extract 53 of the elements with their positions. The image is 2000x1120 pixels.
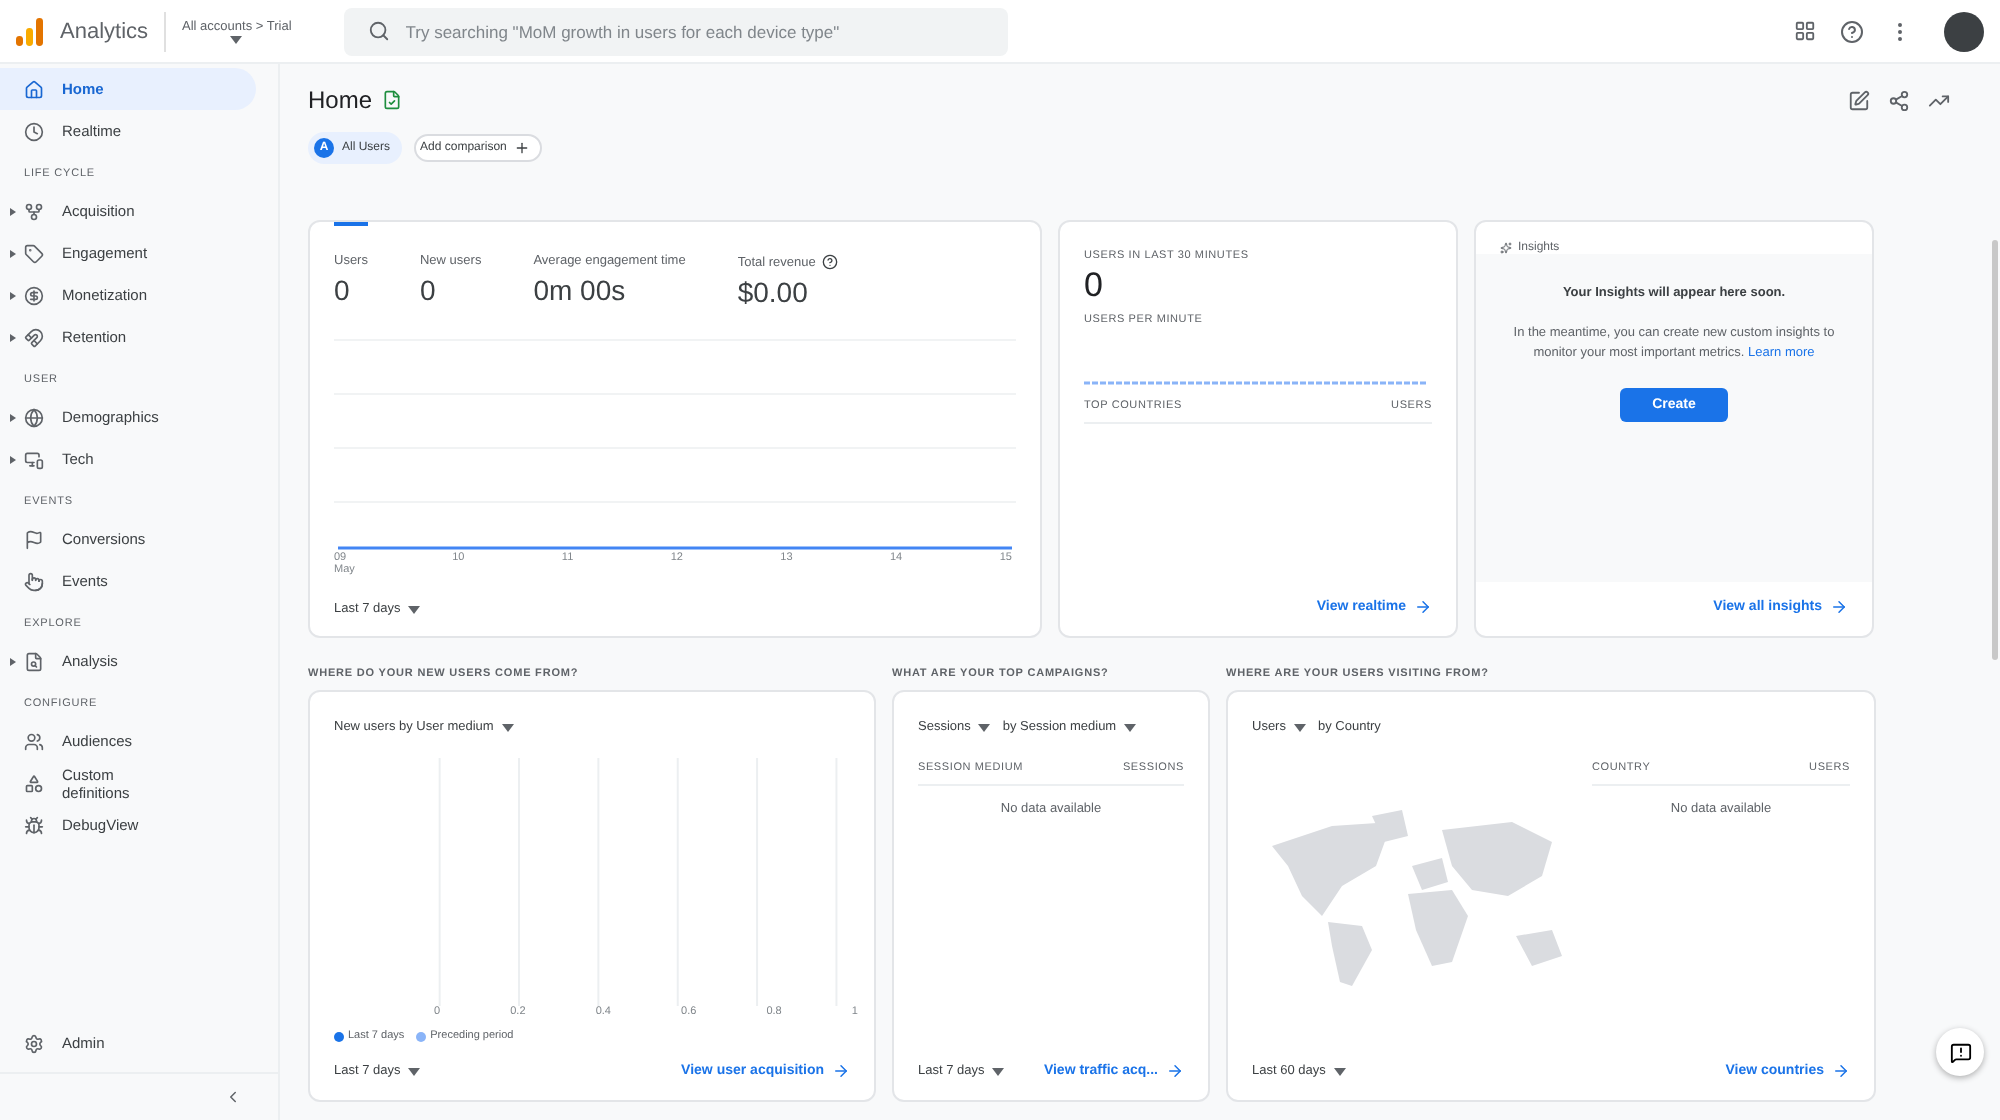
home-icon	[24, 79, 44, 99]
search-field[interactable]: Try searching "MoM growth in users for each device type"	[343, 7, 1008, 55]
arrow-icon	[1166, 1062, 1184, 1080]
magnet-icon	[24, 327, 44, 347]
dollar-icon	[24, 285, 44, 305]
tag-icon	[24, 243, 44, 263]
caret-icon	[501, 723, 514, 731]
user-count: 0	[1084, 266, 1105, 306]
help-icon[interactable]	[1836, 15, 1868, 47]
clock-icon	[24, 121, 44, 141]
plus-icon	[514, 140, 531, 156]
account-avatar[interactable]	[1944, 11, 1984, 51]
expand-caret-icon	[10, 333, 16, 341]
shapes-icon	[24, 773, 44, 793]
help-icon	[821, 254, 838, 270]
caret-icon	[1124, 723, 1137, 731]
product-name: Analytics	[60, 11, 167, 51]
feedback-icon	[1949, 1041, 1971, 1063]
expand-caret-icon	[10, 413, 16, 421]
caret-icon	[408, 1067, 421, 1075]
share-icon[interactable]	[1884, 85, 1914, 115]
sparkle-icon	[1500, 242, 1512, 254]
flag-icon	[24, 529, 44, 549]
devices-icon	[24, 449, 44, 469]
arrow-icon	[1832, 1062, 1850, 1080]
page-title: Home	[308, 86, 373, 114]
users-icon	[24, 731, 44, 751]
expand-caret-icon	[10, 657, 16, 665]
gear-icon	[24, 1033, 44, 1053]
expand-caret-icon	[10, 455, 16, 463]
fork-icon	[24, 201, 44, 221]
expand-caret-icon	[10, 249, 16, 257]
edit-icon[interactable]	[1844, 85, 1874, 115]
search-icon	[367, 19, 390, 41]
caret-icon	[230, 35, 243, 43]
pointer-icon	[24, 571, 44, 591]
caret-icon	[978, 723, 991, 731]
file-check-icon	[382, 90, 403, 110]
caret-icon	[1293, 723, 1306, 731]
apps-icon[interactable]	[1790, 16, 1820, 46]
logo-icon	[16, 17, 44, 45]
arrow-icon	[1414, 598, 1432, 616]
feedback-button[interactable]	[1936, 1028, 1984, 1076]
caret-icon	[992, 1067, 1005, 1075]
caret-icon	[1333, 1067, 1346, 1075]
file-search-icon	[24, 651, 44, 671]
arrow-icon	[1830, 598, 1848, 616]
globe-icon	[24, 407, 44, 427]
arrow-icon	[832, 1062, 850, 1080]
caret-icon	[408, 605, 421, 613]
expand-caret-icon	[10, 291, 16, 299]
bug-icon	[24, 815, 44, 835]
expand-caret-icon	[10, 207, 16, 215]
